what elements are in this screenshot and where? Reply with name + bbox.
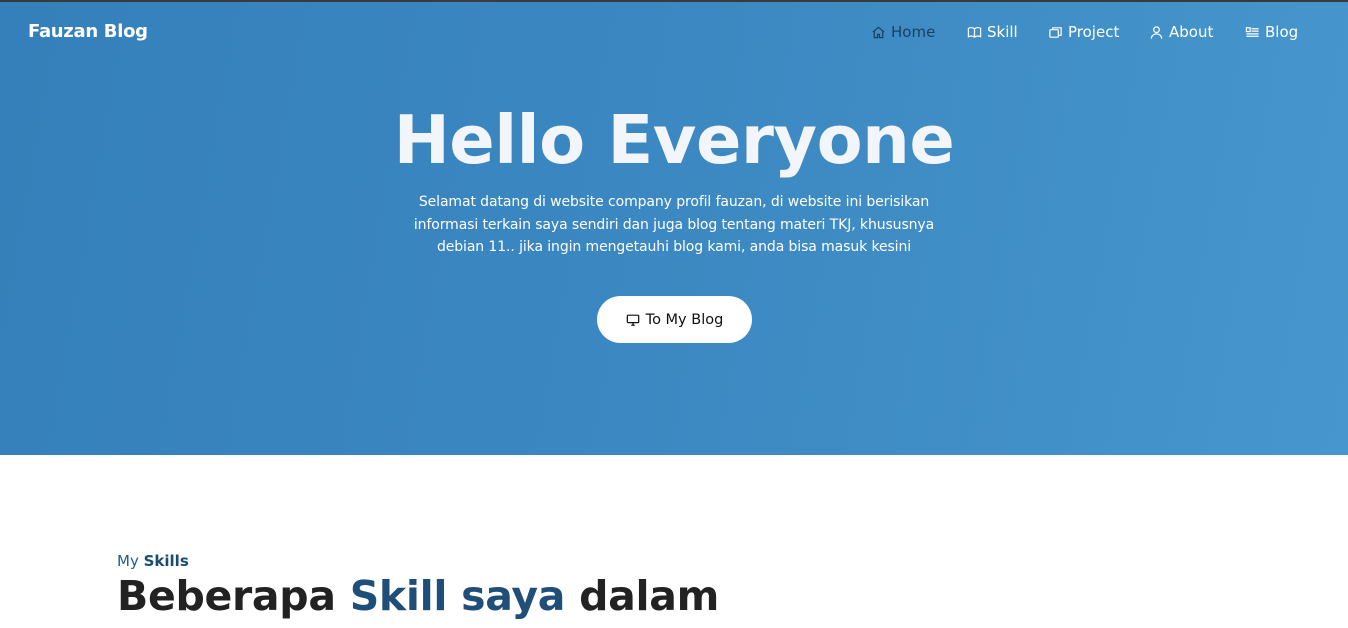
to-my-blog-button[interactable]: To My Blog	[597, 296, 752, 343]
kicker-bold: Skills	[143, 552, 189, 570]
list-icon	[1245, 26, 1259, 37]
hero-description: Selamat datang di website company profil…	[413, 194, 935, 256]
skills-kicker: My Skills	[117, 552, 189, 570]
hero-title: Hello Everyone	[393, 101, 955, 179]
nav-label: About	[1169, 23, 1214, 41]
skills-title: Beberapa Skill saya dalam	[117, 572, 719, 620]
nav-label: Blog	[1265, 23, 1299, 41]
person-icon	[1150, 25, 1163, 39]
cta-label: To My Blog	[645, 311, 724, 328]
title-part2: dalam	[579, 572, 720, 620]
kicker-prefix: My	[117, 552, 139, 570]
nav-item-home[interactable]: Home	[871, 21, 935, 43]
monitor-icon	[626, 314, 639, 326]
book-icon	[967, 26, 982, 38]
title-part1: Beberapa	[117, 572, 336, 620]
windows-icon	[1049, 26, 1062, 38]
nav-label: Skill	[987, 23, 1018, 41]
nav-label: Home	[891, 23, 936, 41]
home-icon	[872, 26, 885, 38]
hero-section: Fauzan Blog Home Skill Project About Blo…	[0, 2, 1348, 455]
nav-item-skill[interactable]: Skill	[967, 21, 1018, 43]
title-highlight: Skill saya	[349, 572, 566, 620]
nav-item-project[interactable]: Project	[1048, 21, 1119, 43]
nav-item-blog[interactable]: Blog	[1245, 21, 1298, 43]
nav-item-about[interactable]: About	[1149, 21, 1213, 43]
nav-label: Project	[1068, 23, 1120, 41]
brand-logo[interactable]: Fauzan Blog	[28, 21, 148, 42]
